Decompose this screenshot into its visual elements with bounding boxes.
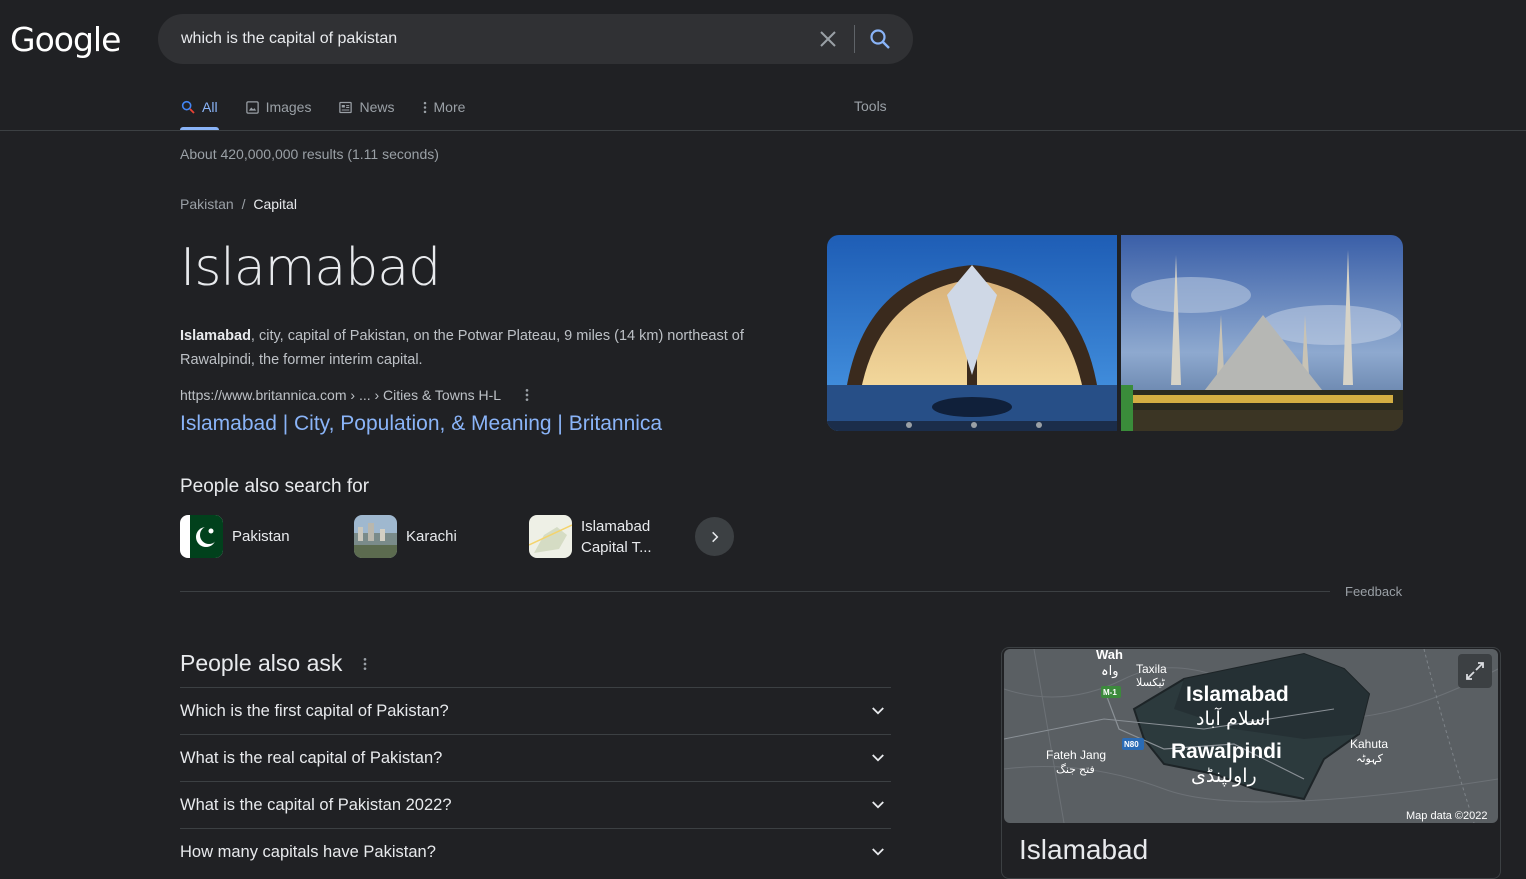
source-link[interactable]: Islamabad | City, Population, & Meaning …: [180, 412, 662, 436]
tab-news[interactable]: News: [338, 97, 395, 117]
map-label-m1: M-1: [1103, 688, 1117, 697]
answer-title: Islamabad: [180, 238, 441, 298]
header-divider: [0, 130, 1526, 131]
map-label-fateh-jang-urdu: فتح جنگ: [1056, 763, 1095, 776]
map-label-fateh-jang: Fateh Jang: [1046, 748, 1106, 762]
question-text: What is the capital of Pakistan 2022?: [180, 796, 452, 814]
chevron-down-icon: [872, 707, 884, 715]
tab-label: News: [359, 99, 395, 115]
people-also-ask-label: People also ask: [180, 650, 343, 676]
map-label-rawalpindi: Rawalpindi: [1171, 740, 1282, 763]
map-card-title: Islamabad: [1019, 834, 1149, 865]
map-expand-button[interactable]: [1458, 654, 1492, 688]
search-icon: [181, 100, 195, 114]
question-row[interactable]: What is the capital of Pakistan 2022?: [180, 781, 891, 829]
breadcrumb-current: Capital: [253, 196, 297, 212]
people-also-search-item[interactable]: Islamabad Capital T...: [529, 515, 681, 558]
breadcrumb-parent[interactable]: Pakistan: [180, 196, 234, 212]
tab-images[interactable]: Images: [245, 97, 312, 117]
map-label-islamabad-urdu: اسلام آباد: [1196, 706, 1270, 730]
source-url: https://www.britannica.com › ... › Citie…: [180, 387, 537, 403]
chevron-down-icon: [872, 754, 884, 762]
karachi-photo: [354, 515, 397, 558]
tab-label: All: [202, 99, 218, 115]
people-also-search-label: Pakistan: [232, 528, 290, 545]
tab-label: More: [433, 99, 466, 115]
expand-icon: [1466, 662, 1484, 680]
question-row[interactable]: Which is the first capital of Pakistan?: [180, 687, 891, 735]
tab-more[interactable]: More: [422, 97, 466, 117]
map-label-kahuta-urdu: کہوٹہ: [1356, 753, 1384, 765]
people-also-search-item[interactable]: Pakistan: [180, 515, 290, 558]
more-vert-icon[interactable]: [517, 387, 537, 403]
question-row[interactable]: How many capitals have Pakistan?: [180, 828, 891, 876]
breadcrumb-separator: /: [241, 196, 246, 212]
answer-description: Islamabad, city, capital of Pakistan, on…: [180, 324, 790, 372]
people-also-search-label: Karachi: [406, 528, 457, 545]
tab-all[interactable]: All: [180, 97, 218, 117]
search-icon[interactable]: [868, 27, 892, 51]
faisal-mosque-image[interactable]: [1121, 235, 1403, 431]
chevron-right-icon: [711, 531, 718, 542]
map-label-n80: N80: [1124, 740, 1139, 749]
more-vert-icon: [423, 101, 426, 113]
question-text: What is the real capital of Pakistan?: [180, 749, 443, 767]
breadcrumb: Pakistan / Capital: [180, 196, 297, 212]
pakistan-monument-image[interactable]: [827, 235, 1117, 431]
map-label-kahuta: Kahuta: [1350, 737, 1388, 751]
search-divider: [854, 25, 855, 53]
next-button[interactable]: [695, 517, 734, 556]
map-label-taxila: Taxila: [1136, 662, 1167, 676]
pakistan-flag-icon: [180, 515, 223, 558]
map-label-taxila-urdu: ٹیکسلا: [1136, 677, 1166, 689]
image-icon: [245, 100, 259, 114]
search-box[interactable]: which is the capital of pakistan: [158, 14, 913, 64]
chevron-down-icon: [872, 801, 884, 809]
source-url-text[interactable]: https://www.britannica.com › ... › Citie…: [180, 387, 501, 403]
map-label-wah: Wah: [1096, 649, 1123, 662]
map-label-wah-urdu: واہ: [1101, 663, 1119, 679]
question-text: How many capitals have Pakistan?: [180, 843, 436, 861]
people-also-ask-title: People also ask: [180, 650, 368, 677]
map-thumbnail: [529, 515, 572, 558]
question-row[interactable]: What is the real capital of Pakistan?: [180, 734, 891, 782]
feedback-link[interactable]: Feedback: [1345, 584, 1402, 599]
answer-images: [827, 235, 1403, 431]
more-vert-icon[interactable]: [362, 656, 368, 672]
feedback-divider: [180, 591, 1330, 592]
answer-description-bold: Islamabad: [180, 328, 251, 344]
clear-icon[interactable]: [816, 27, 840, 51]
map[interactable]: Wah واہ Taxila ٹیکسلا M-1 N80 Islamabad …: [1004, 649, 1498, 823]
search-tabs: All Images News More: [180, 97, 492, 131]
result-stats: About 420,000,000 results (1.11 seconds): [180, 146, 439, 162]
people-also-search-title: People also search for: [180, 476, 370, 497]
answer-description-text: , city, capital of Pakistan, on the Potw…: [180, 328, 744, 368]
google-logo[interactable]: Google: [10, 20, 121, 59]
search-input[interactable]: which is the capital of pakistan: [181, 30, 397, 48]
question-text: Which is the first capital of Pakistan?: [180, 702, 449, 720]
map-attribution: Map data ©2022: [1406, 810, 1488, 822]
tab-label: Images: [265, 99, 312, 115]
tools-button[interactable]: Tools: [854, 98, 887, 114]
chevron-down-icon: [872, 848, 884, 856]
news-icon: [339, 101, 353, 113]
map-label-islamabad: Islamabad: [1186, 683, 1289, 706]
map-label-rawalpindi-urdu: راولپنڈی: [1191, 766, 1257, 787]
people-also-search-item[interactable]: Karachi: [354, 515, 457, 558]
people-also-search-label: Islamabad Capital T...: [581, 517, 652, 556]
map-card: Wah واہ Taxila ٹیکسلا M-1 N80 Islamabad …: [1001, 647, 1501, 879]
